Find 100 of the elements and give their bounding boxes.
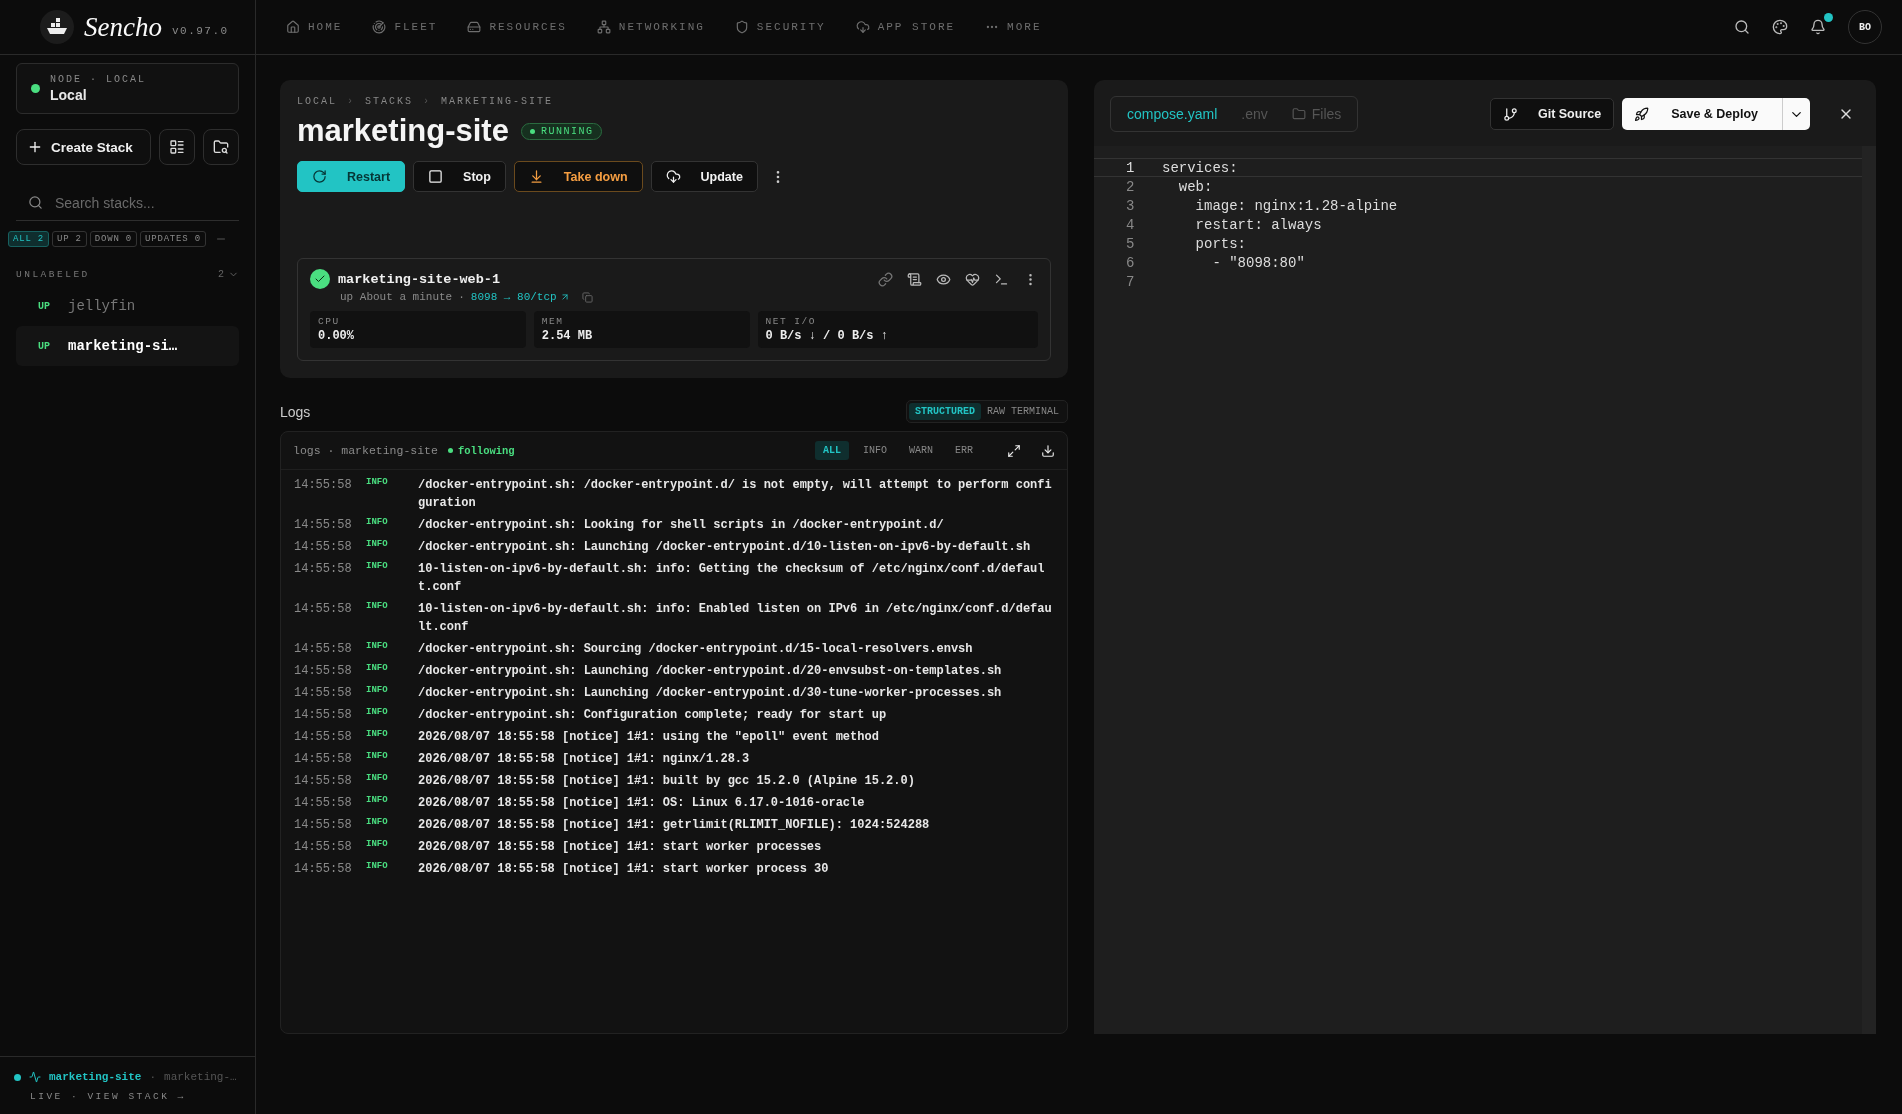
- group-count[interactable]: 2: [218, 269, 239, 280]
- drive-icon: [467, 20, 482, 34]
- log-level: INFO: [366, 772, 389, 785]
- level-filter[interactable]: ALL: [814, 441, 849, 460]
- expand-icon[interactable]: [1007, 443, 1021, 458]
- code-line: restart: always: [1194, 216, 1322, 233]
- log-time: 14:55:58: [294, 641, 353, 658]
- breadcrumb-link[interactable]: LOCAL: [297, 96, 337, 107]
- port-link[interactable]: 8098 → 80/tcp: [470, 291, 570, 303]
- breadcrumb-link[interactable]: STACKS: [365, 96, 414, 107]
- file-tab[interactable]: compose.yaml: [1127, 106, 1218, 122]
- log-time: 14:55:58: [294, 477, 353, 494]
- notification-bell-icon[interactable]: [1810, 19, 1826, 35]
- logs-title: Logs: [280, 403, 311, 420]
- node-card[interactable]: NODE · LOCAL Local: [16, 63, 239, 114]
- code-editor[interactable]: 1 services: 2 web: 3 image: nginx:1.28-alpine 4 restart: always 5 ports: 6 - "8098:80" 7: [1094, 146, 1876, 1034]
- log-level: INFO: [366, 538, 389, 551]
- log-level: INFO: [366, 750, 389, 763]
- mode-tab[interactable]: RAW TERMINAL: [981, 403, 1065, 420]
- deploy-menu-button[interactable]: [1782, 98, 1810, 130]
- nav-link[interactable]: RESOURCES: [467, 20, 567, 34]
- log-message: /docker-entrypoint.sh: Configuration complete; ready for start up: [418, 707, 888, 724]
- following-status: following: [447, 444, 515, 457]
- stack-item[interactable]: UP jellyfin: [16, 286, 239, 326]
- scroll-icon[interactable]: [907, 271, 922, 287]
- code-line: services:: [1161, 159, 1238, 176]
- code-line: image: nginx:1.28-alpine: [1194, 197, 1398, 214]
- stack-name: jellyfin: [68, 298, 136, 314]
- stat-label: NET I/O: [765, 316, 817, 327]
- log-time: 14:55:58: [294, 539, 353, 556]
- git-source-button[interactable]: Git Source: [1489, 98, 1615, 130]
- log-message: 2026/08/07 18:55:58 [notice] 1#1: nginx/1.28.3: [418, 751, 751, 768]
- line-number: 3: [1125, 197, 1136, 214]
- log-time: 14:55:58: [294, 751, 353, 768]
- search-field[interactable]: Search stacks...: [53, 193, 227, 212]
- breadcrumb-separator: ›: [347, 96, 356, 107]
- action-button[interactable]: Update: [650, 161, 758, 192]
- eye-icon[interactable]: [936, 271, 951, 287]
- nav-link[interactable]: MORE: [985, 20, 1042, 34]
- uptime-text: up About a minute: [340, 291, 453, 303]
- log-time: 14:55:58: [294, 707, 353, 724]
- mode-tab[interactable]: STRUCTURED: [908, 403, 981, 420]
- nav-link[interactable]: SECURITY: [734, 20, 826, 34]
- nav-link[interactable]: FLEET: [372, 20, 438, 34]
- level-filter[interactable]: INFO: [854, 441, 895, 460]
- code-line: ports:: [1194, 235, 1246, 252]
- heart-pulse-icon[interactable]: [965, 271, 980, 287]
- square-icon: [428, 169, 444, 184]
- log-time: 14:55:58: [294, 839, 353, 856]
- view-stack-link[interactable]: LIVE · VIEW STACK →: [14, 1091, 241, 1102]
- action-button[interactable]: Stop: [413, 161, 506, 192]
- link-icon[interactable]: [878, 271, 893, 287]
- create-stack-button[interactable]: Create Stack: [16, 129, 151, 165]
- branch-icon: [1502, 106, 1518, 122]
- folder-search-button[interactable]: [203, 129, 239, 165]
- cloud-download-icon: [855, 20, 870, 34]
- separator-dot: ·: [458, 291, 465, 303]
- log-message: 2026/08/07 18:55:58 [notice] 1#1: built by gcc 15.2.0 (Alpine 15.2.0): [418, 773, 916, 790]
- action-button[interactable]: Take down: [513, 161, 643, 192]
- status-badge: RUNNING: [520, 122, 603, 140]
- line-number: 2: [1125, 178, 1136, 195]
- line-number: 7: [1125, 273, 1136, 290]
- nav-link[interactable]: HOME: [286, 20, 343, 34]
- filter-chip[interactable]: UP 2: [52, 231, 87, 247]
- list-view-button[interactable]: [159, 129, 195, 165]
- stack-status: UP: [38, 340, 50, 352]
- log-message: /docker-entrypoint.sh: Launching /docker-entrypoint.d/20-envsubst-on-templates.sh: [418, 663, 1003, 680]
- terminal-icon[interactable]: [994, 271, 1009, 287]
- live-stack-link[interactable]: marketing-site: [49, 1071, 142, 1083]
- log-level: INFO: [366, 860, 389, 873]
- stack-item[interactable]: UP marketing-si…: [16, 326, 239, 366]
- nav-link[interactable]: APP STORE: [855, 20, 956, 34]
- log-time: 14:55:58: [294, 663, 353, 680]
- palette-icon[interactable]: [1772, 19, 1788, 35]
- activity-icon: [29, 1071, 41, 1083]
- folder-icon: [1291, 107, 1306, 121]
- download-icon[interactable]: [1041, 443, 1055, 458]
- container-name: marketing-site-web-1: [338, 271, 501, 287]
- level-filter[interactable]: WARN: [900, 441, 941, 460]
- user-avatar[interactable]: BO: [1848, 10, 1882, 44]
- nav-link[interactable]: NETWORKING: [596, 20, 705, 34]
- filter-chip[interactable]: ALL 2: [8, 231, 49, 247]
- filter-chip[interactable]: UPDATES 0: [140, 231, 206, 247]
- save-deploy-button[interactable]: Save & Deploy: [1622, 98, 1782, 130]
- arrow-up-right-icon: [559, 292, 570, 302]
- log-level: INFO: [366, 516, 389, 529]
- log-message: 2026/08/07 18:55:58 [notice] 1#1: OS: Linux 6.17.0-1016-oracle: [418, 795, 866, 812]
- line-number: 5: [1125, 235, 1136, 252]
- level-filter[interactable]: ERR: [947, 441, 981, 460]
- stack-status: UP: [38, 300, 50, 312]
- action-button[interactable]: Restart: [297, 161, 406, 192]
- log-level: INFO: [366, 706, 389, 719]
- log-time: 14:55:58: [294, 561, 353, 578]
- log-level: INFO: [366, 728, 389, 741]
- breadcrumb-link[interactable]: MARKETING-SITE: [441, 96, 554, 107]
- log-message: 2026/08/07 18:55:58 [notice] 1#1: using the "epoll" event method: [418, 729, 880, 746]
- stat-value: 2.54 MB: [541, 329, 594, 343]
- search-icon[interactable]: [1734, 19, 1750, 35]
- filter-chip[interactable]: DOWN 0: [89, 231, 138, 247]
- ship-logo-icon: [45, 17, 69, 37]
